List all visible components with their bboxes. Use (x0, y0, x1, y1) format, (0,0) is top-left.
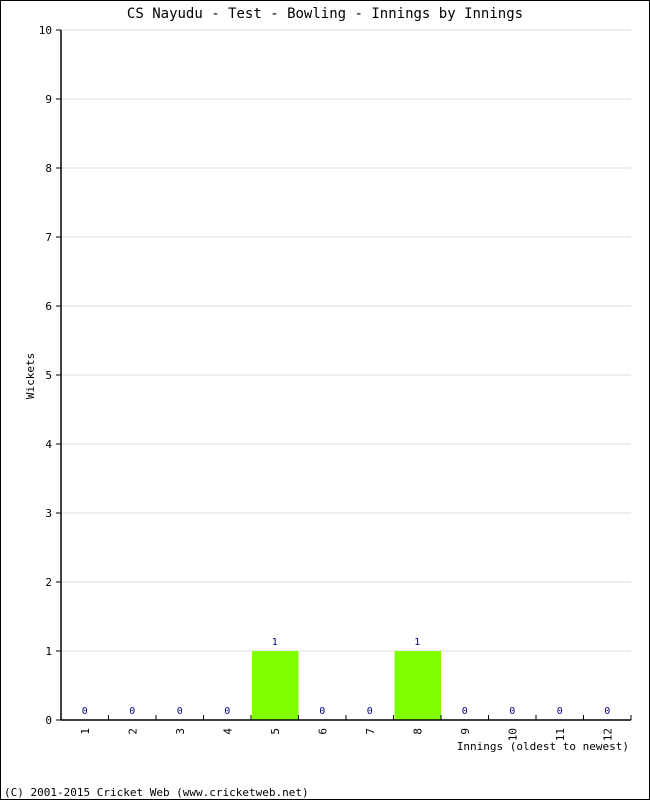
x-tick-label: 3 (174, 728, 187, 735)
data-label: 1 (414, 637, 420, 648)
copyright-footer: (C) 2001-2015 Cricket Web (www.cricketwe… (4, 786, 309, 799)
data-label: 0 (319, 706, 325, 717)
data-label: 0 (462, 706, 468, 717)
data-label: 0 (604, 706, 610, 717)
data-label: 0 (367, 706, 373, 717)
bar (394, 651, 441, 720)
y-tick-label: 2 (45, 576, 52, 589)
data-label: 1 (272, 637, 278, 648)
data-label: 0 (177, 706, 183, 717)
x-tick-label: 2 (126, 728, 139, 735)
data-label: 0 (224, 706, 230, 717)
y-tick-label: 1 (45, 645, 52, 658)
y-tick-label: 9 (45, 93, 52, 106)
bar (252, 651, 299, 720)
x-axis-label: Innings (oldest to newest) (457, 740, 629, 753)
x-tick-label: 4 (221, 728, 234, 735)
y-tick-label: 8 (45, 162, 52, 175)
x-tick-label: 1 (79, 728, 92, 735)
data-label: 0 (557, 706, 563, 717)
y-tick-label: 6 (45, 300, 52, 313)
data-label: 0 (509, 706, 515, 717)
y-tick-label: 7 (45, 231, 52, 244)
data-label: 0 (129, 706, 135, 717)
y-tick-label: 0 (45, 714, 52, 727)
x-tick-label: 5 (269, 728, 282, 735)
x-tick-label: 9 (459, 728, 472, 735)
y-tick-label: 5 (45, 369, 52, 382)
x-tick-label: 6 (316, 728, 329, 735)
y-axis-label: Wickets (24, 353, 37, 399)
bar-chart: CS Nayudu - Test - Bowling - Innings by … (4, 6, 632, 799)
x-tick-label: 7 (364, 728, 377, 735)
data-label: 0 (82, 706, 88, 717)
chart-title: CS Nayudu - Test - Bowling - Innings by … (127, 6, 523, 22)
y-tick-label: 3 (45, 507, 52, 520)
x-tick-label: 8 (411, 728, 424, 735)
y-tick-label: 10 (39, 24, 52, 37)
y-tick-label: 4 (45, 438, 52, 451)
